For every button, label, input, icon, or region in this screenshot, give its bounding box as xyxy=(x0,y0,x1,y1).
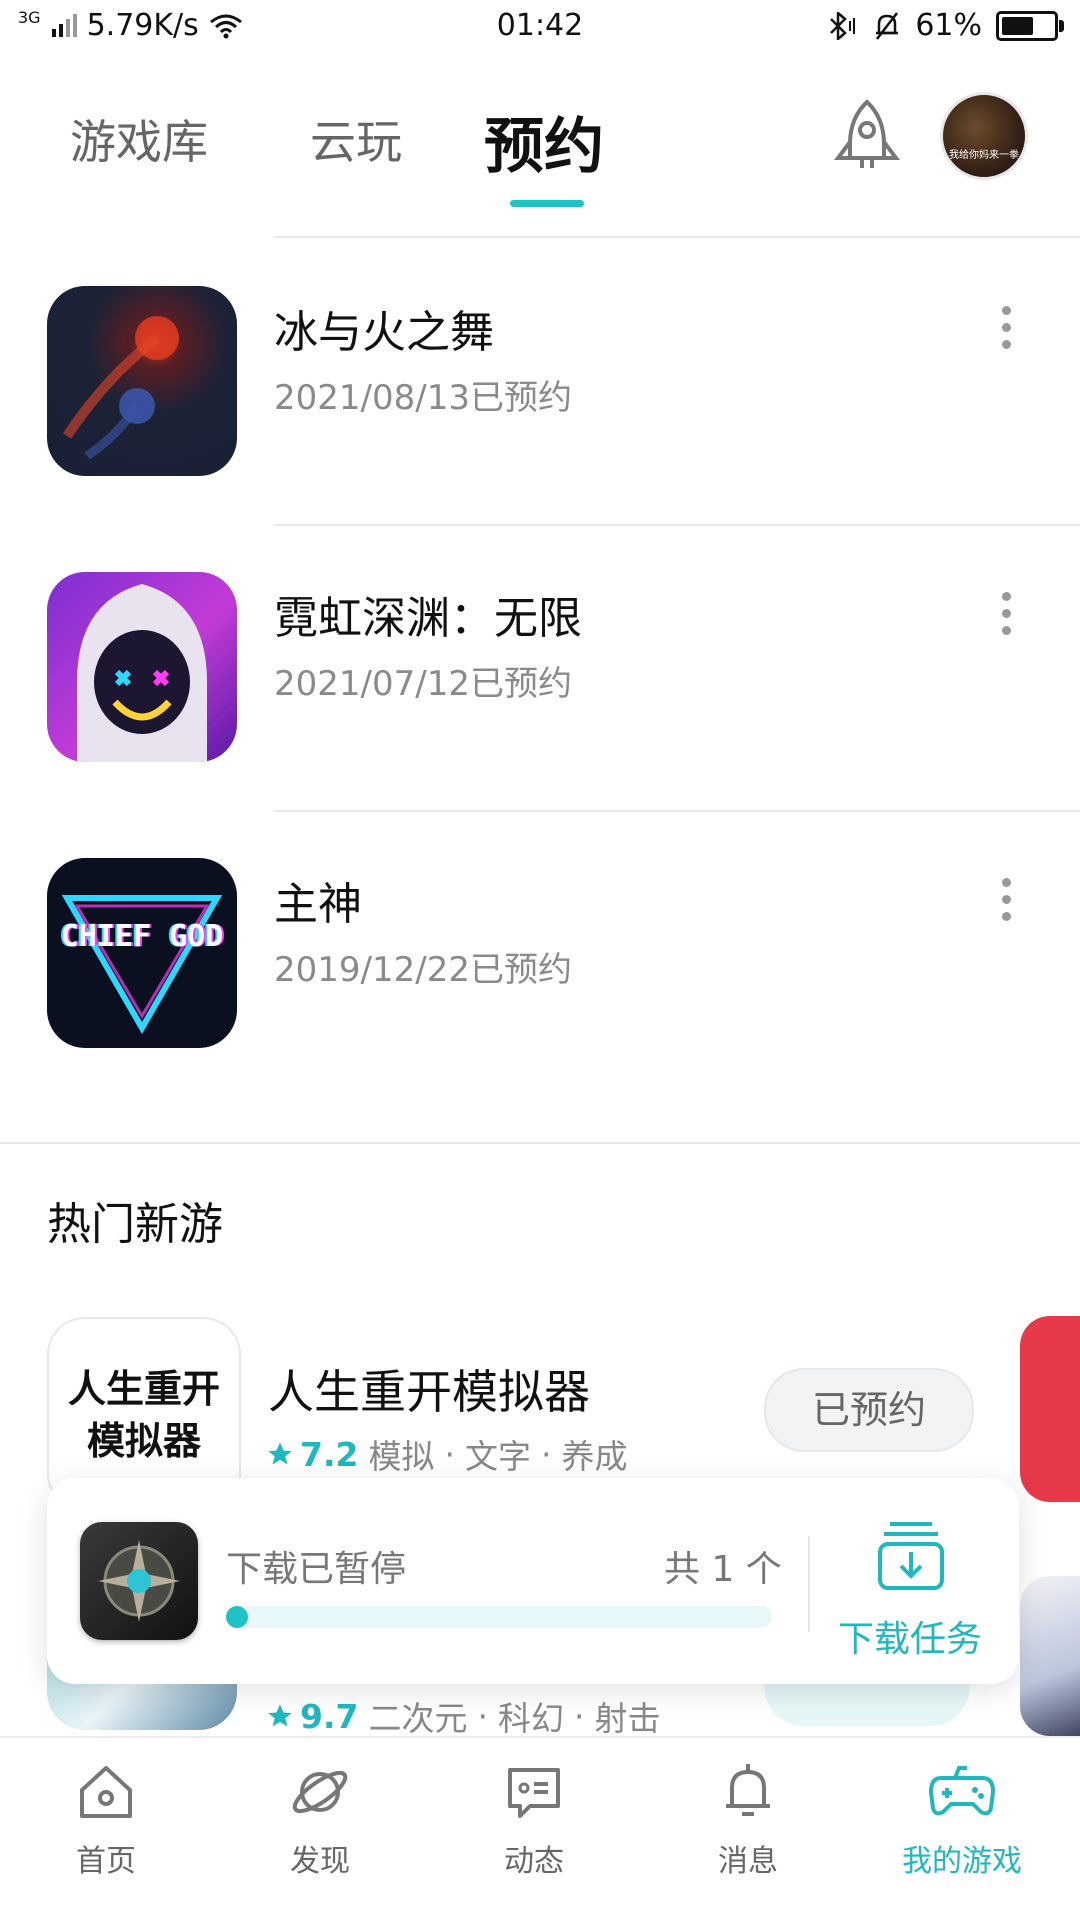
reservation-title[interactable]: 霓虹深渊：无限 xyxy=(274,582,582,646)
download-count: 共 1 个 xyxy=(664,1549,782,1590)
avatar-caption: 我给你妈来一拳 xyxy=(949,150,1019,161)
reservation-date: 2021/08/13已预约 xyxy=(274,378,572,418)
next-game-card-peek[interactable] xyxy=(1020,1316,1080,1502)
tag: 科幻 xyxy=(497,1699,564,1738)
download-progress-fill xyxy=(226,1606,248,1628)
tag: 模拟 xyxy=(368,1437,435,1476)
hot-game-meta: 9.7 二次元 · 科幻 · 射击 xyxy=(266,1692,660,1740)
nav-label: 首页 xyxy=(76,1844,136,1879)
hot-game-title[interactable]: 人生重开模拟器 xyxy=(268,1356,590,1422)
tag: 二次元 xyxy=(368,1699,468,1738)
rating-value: 9.7 xyxy=(300,1696,359,1736)
nav-messages[interactable]: 消息 xyxy=(648,1760,848,1880)
status-right: 61% xyxy=(825,8,1064,43)
home-icon xyxy=(80,1766,132,1818)
bell-icon xyxy=(726,1764,770,1816)
dance-of-fire-ice-art-icon xyxy=(62,316,179,460)
tag-separator: · xyxy=(540,1434,552,1474)
neon-abyss-hood-icon xyxy=(77,584,207,762)
list-divider xyxy=(274,236,1080,238)
tab-game-library[interactable]: 游戏库 xyxy=(70,106,208,172)
discover-planet-icon xyxy=(292,1770,348,1814)
download-tray-icon[interactable] xyxy=(876,1520,946,1592)
tab-reservations[interactable]: 预约 xyxy=(484,98,604,185)
rating: 9.7 xyxy=(266,1697,358,1736)
downloading-game-icon xyxy=(80,1522,198,1640)
hot-games-title: 热门新游 xyxy=(47,1199,223,1250)
user-avatar[interactable]: 我给你妈来一拳 xyxy=(940,92,1028,180)
rating-value: 7.2 xyxy=(300,1434,359,1474)
download-progress-bar xyxy=(226,1606,772,1628)
star-icon xyxy=(268,1442,292,1465)
rating: 7.2 xyxy=(266,1435,358,1474)
tag-separator: · xyxy=(573,1696,585,1736)
battery-percent: 61% xyxy=(915,8,982,43)
reserve-button[interactable] xyxy=(764,1680,970,1726)
tab-cloud-play[interactable]: 云玩 xyxy=(310,106,402,172)
compass-emblem-icon xyxy=(98,1540,180,1622)
more-options-icon[interactable] xyxy=(1000,306,1012,350)
nav-label: 发现 xyxy=(290,1844,350,1879)
reserved-button[interactable]: 已预约 xyxy=(764,1368,974,1452)
tag: 射击 xyxy=(594,1699,661,1738)
nav-discover[interactable]: 发现 xyxy=(220,1760,420,1880)
hot-game-meta: 7.2 模拟 · 文字 · 养成 xyxy=(266,1430,627,1478)
life-restart-icon-text: 人生重开 模拟器 xyxy=(67,1367,220,1463)
more-options-icon[interactable] xyxy=(1000,878,1012,922)
tag: 文字 xyxy=(464,1437,531,1476)
game-icon-ice-fire[interactable] xyxy=(47,286,237,476)
reservation-title[interactable]: 冰与火之舞 xyxy=(274,296,494,360)
section-divider xyxy=(0,1142,1080,1144)
nav-label: 我的游戏 xyxy=(902,1844,1022,1879)
nav-feed[interactable]: 动态 xyxy=(434,1760,634,1880)
battery-icon xyxy=(996,10,1064,41)
feed-chat-icon xyxy=(508,1768,560,1818)
list-divider xyxy=(274,810,1080,812)
more-options-icon[interactable] xyxy=(1000,592,1012,636)
rocket-icon[interactable] xyxy=(826,96,908,178)
tag-separator: · xyxy=(444,1434,455,1474)
nav-label: 消息 xyxy=(718,1844,778,1879)
bottom-navigation: 首页 发现 动态 消息 我的游戏 xyxy=(0,1736,1080,1922)
nav-home[interactable]: 首页 xyxy=(6,1760,206,1880)
nav-label: 动态 xyxy=(504,1844,564,1879)
bluetooth-icon xyxy=(830,11,856,40)
star-icon xyxy=(268,1704,292,1727)
card-separator xyxy=(808,1536,810,1632)
reservation-date: 2021/07/12已预约 xyxy=(274,664,572,704)
next-game-card-peek[interactable] xyxy=(1020,1576,1080,1736)
download-tasks-button[interactable]: 下载任务 xyxy=(838,1610,982,1662)
nav-my-games[interactable]: 我的游戏 xyxy=(862,1760,1062,1880)
reservation-title[interactable]: 主神 xyxy=(274,868,362,932)
tag: 养成 xyxy=(561,1437,628,1476)
gamepad-icon xyxy=(929,1766,995,1816)
download-status-text: 下载已暂停 xyxy=(226,1549,407,1590)
status-bar: 3G 5.79K/s 01:42 61% xyxy=(0,0,1080,56)
game-icon-chief-god[interactable]: CHIEF GOD xyxy=(47,858,237,1048)
active-tab-indicator xyxy=(510,200,584,207)
mute-bell-icon xyxy=(876,11,899,40)
game-icon-neon-abyss[interactable] xyxy=(47,572,237,762)
reservation-date: 2019/12/22已预约 xyxy=(274,950,572,990)
tag-separator: · xyxy=(477,1696,488,1736)
chief-god-logo-text: CHIEF GOD xyxy=(60,919,224,954)
list-divider xyxy=(274,524,1080,526)
